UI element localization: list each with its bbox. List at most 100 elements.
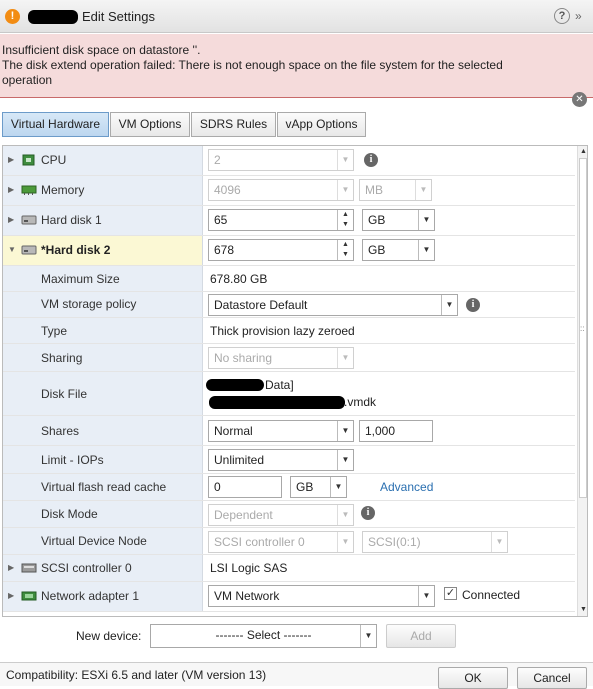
dialog-title: Edit Settings: [82, 9, 155, 24]
row-memory: ▶ Memory 4096 ▼ MB ▼: [3, 176, 575, 206]
tab-vapp-options[interactable]: vApp Options: [277, 112, 366, 137]
chevron-down-icon: ▼: [360, 625, 376, 647]
grip-icon: ::: [580, 324, 585, 333]
expand-arrow-icon[interactable]: ▶: [8, 155, 14, 164]
shares-number-input[interactable]: 1,000: [359, 420, 433, 442]
collapse-arrow-icon[interactable]: ▼: [8, 245, 16, 254]
row-cpu: ▶ CPU 2 ▼ i: [3, 146, 575, 176]
flash-read-cache-input[interactable]: 0: [208, 476, 282, 498]
hard-disk-1-unit-select[interactable]: GB ▼: [362, 209, 435, 231]
info-icon[interactable]: i: [466, 298, 480, 312]
close-icon[interactable]: ✕: [572, 92, 587, 107]
vdn-slot-select[interactable]: SCSI(0:1) ▼: [362, 531, 508, 553]
help-icon[interactable]: ?: [554, 8, 570, 24]
hard-disk-2-unit-select[interactable]: GB ▼: [362, 239, 435, 261]
row-hard-disk-2: ▼ *Hard disk 2 678 ▲ ▼ GB ▼: [3, 236, 575, 266]
add-button[interactable]: Add: [386, 624, 456, 648]
type-value: Thick provision lazy zeroed: [210, 324, 355, 338]
row-virtual-device-node: Virtual Device Node SCSI controller 0 ▼ …: [3, 528, 575, 555]
expand-icon[interactable]: »: [575, 8, 589, 24]
hard-disk-icon: [21, 215, 37, 225]
chevron-down-icon: ▼: [418, 240, 434, 260]
hard-disk-2-label: *Hard disk 2: [41, 243, 111, 257]
chevron-down-icon: ▼: [337, 421, 353, 441]
expand-arrow-icon[interactable]: ▶: [8, 185, 14, 194]
expand-arrow-icon[interactable]: ▶: [8, 563, 14, 572]
chevron-down-icon: ▼: [337, 532, 353, 552]
new-device-bar: New device: ------- Select ------- ▼ Add: [0, 620, 593, 652]
row-disk-mode: Disk Mode Dependent ▼ i: [3, 501, 575, 528]
info-icon[interactable]: i: [364, 153, 378, 167]
row-storage-policy: VM storage policy Datastore Default ▼ i: [3, 292, 575, 318]
tab-vm-options[interactable]: VM Options: [110, 112, 190, 137]
advanced-link[interactable]: Advanced: [380, 480, 433, 494]
redacted-disk-path: [209, 396, 345, 409]
new-device-label: New device:: [76, 629, 142, 643]
chevron-down-icon: ▼: [337, 348, 353, 368]
title-bar: ! Edit Settings ? »: [0, 0, 593, 33]
storage-policy-select[interactable]: Datastore Default ▼: [208, 294, 458, 316]
chevron-down-icon: ▼: [491, 532, 507, 552]
memory-unit-select[interactable]: MB ▼: [359, 179, 432, 201]
info-icon[interactable]: i: [361, 506, 375, 520]
cpu-select[interactable]: 2 ▼: [208, 149, 354, 171]
row-type: Type Thick provision lazy zeroed: [3, 318, 575, 344]
disk-file-label: Disk File: [41, 387, 88, 401]
row-shares: Shares Normal ▼ 1,000: [3, 416, 575, 446]
redacted-vm-name: [28, 10, 78, 24]
network-adapter-icon: [21, 591, 37, 601]
row-hard-disk-1: ▶ Hard disk 1 65 ▲ ▼ GB ▼: [3, 206, 575, 236]
expand-arrow-icon[interactable]: ▶: [8, 215, 14, 224]
shares-label: Shares: [41, 424, 80, 438]
disk-file-line-1: Data]: [265, 378, 294, 392]
error-line-1: Insufficient disk space on datastore ''.: [2, 43, 201, 57]
expand-arrow-icon[interactable]: ▶: [8, 591, 14, 600]
hardware-grid: ▶ CPU 2 ▼ i ▶ Memory 4096 ▼ MB ▼ ▶ Hard: [2, 145, 588, 617]
chevron-down-icon: ▼: [441, 295, 457, 315]
memory-icon: [21, 185, 37, 195]
sharing-select[interactable]: No sharing ▼: [208, 347, 354, 369]
chevron-down-icon: ▼: [418, 210, 434, 230]
chevron-down-icon: ▼: [415, 180, 431, 200]
memory-label: Memory: [41, 183, 85, 197]
new-device-select[interactable]: ------- Select ------- ▼: [150, 624, 377, 648]
connected-label: Connected: [462, 588, 521, 602]
row-maximum-size: Maximum Size 678.80 GB: [3, 266, 575, 292]
flash-unit-select[interactable]: GB ▼: [290, 476, 347, 498]
row-flash-read-cache: Virtual flash read cache 0 GB ▼ Advanced: [3, 474, 575, 501]
tab-virtual-hardware[interactable]: Virtual Hardware: [2, 112, 109, 137]
cpu-icon: [22, 154, 35, 166]
stepper-icon[interactable]: ▲ ▼: [337, 210, 353, 230]
hard-disk-2-size-input[interactable]: 678 ▲ ▼: [208, 239, 354, 261]
scsi-controller-icon: [21, 563, 37, 573]
scsi-controller-label: SCSI controller 0: [41, 561, 132, 575]
hard-disk-icon: [21, 245, 37, 255]
tab-sdrs-rules[interactable]: SDRS Rules: [191, 112, 276, 137]
shares-select[interactable]: Normal ▼: [208, 420, 354, 442]
row-limit-iops: Limit - IOPs Unlimited ▼: [3, 446, 575, 474]
chevron-down-icon: ▼: [337, 505, 353, 525]
chevron-down-icon: ▼: [330, 477, 346, 497]
error-line-2: The disk extend operation failed: There …: [2, 58, 503, 87]
vdn-controller-select[interactable]: SCSI controller 0 ▼: [208, 531, 354, 553]
chevron-down-icon: ▼: [418, 586, 434, 606]
connected-checkbox[interactable]: ✓: [444, 587, 457, 600]
scroll-up-icon[interactable]: ▲: [578, 146, 587, 158]
error-message: Insufficient disk space on datastore ''.…: [2, 43, 542, 88]
network-select[interactable]: VM Network ▼: [208, 585, 435, 607]
stepper-icon[interactable]: ▲ ▼: [337, 240, 353, 260]
hard-disk-1-label: Hard disk 1: [41, 213, 102, 227]
scroll-down-icon[interactable]: ▼: [578, 604, 587, 616]
hard-disk-1-size-input[interactable]: 65 ▲ ▼: [208, 209, 354, 231]
limit-iops-select[interactable]: Unlimited ▼: [208, 449, 354, 471]
warning-icon: !: [5, 9, 20, 24]
virtual-device-node-label: Virtual Device Node: [41, 534, 147, 548]
row-scsi-controller: ▶ SCSI controller 0 LSI Logic SAS: [3, 555, 575, 582]
disk-mode-select[interactable]: Dependent ▼: [208, 504, 354, 526]
disk-file-line-2: .vmdk: [344, 395, 377, 409]
type-label: Type: [41, 324, 68, 338]
vertical-scrollbar[interactable]: ▲ :: ▼: [577, 146, 587, 616]
maximum-size-label: Maximum Size: [41, 272, 120, 286]
footer: Compatibility: ESXi 6.5 and later (VM ve…: [0, 662, 593, 689]
memory-input[interactable]: 4096 ▼: [208, 179, 354, 201]
